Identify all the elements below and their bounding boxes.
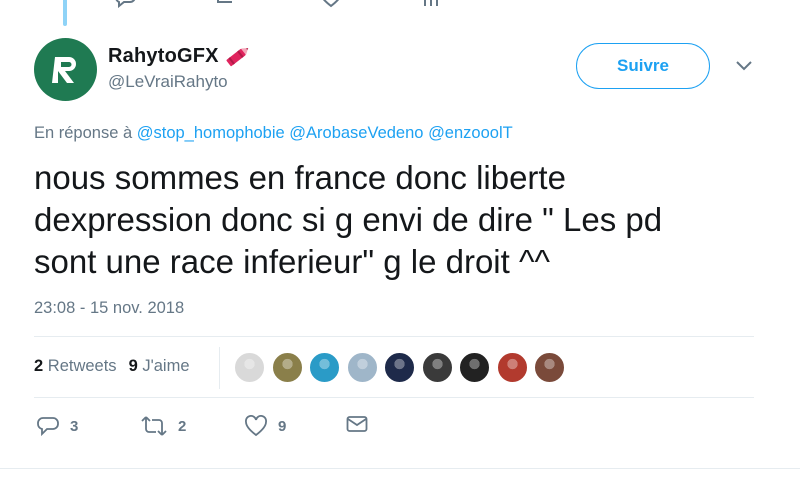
tweet-line: sont une race inferieur" g le droit ^^ [34, 243, 550, 280]
divider [34, 397, 754, 398]
retweet-count: 2 [178, 417, 187, 435]
direct-message-action[interactable] [346, 415, 368, 433]
mention-link[interactable]: @ArobaseVedeno [289, 124, 423, 142]
reply-count: 3 [70, 417, 79, 435]
retweets-label: Retweets [47, 357, 117, 375]
tweet-text: nous sommes en france donc liberte dexpr… [34, 157, 764, 283]
reply-prefix: En réponse à [34, 124, 133, 142]
liker-avatar[interactable] [346, 352, 378, 383]
envelope-icon [346, 416, 368, 432]
reply-icon [37, 417, 59, 437]
liker-avatar[interactable] [534, 352, 565, 383]
retweet-icon [141, 416, 167, 436]
previous-tweet-actions [110, 0, 450, 8]
reply-action[interactable]: 3 [36, 415, 78, 437]
chevron-down-icon[interactable] [735, 60, 753, 72]
liker-avatar[interactable] [309, 352, 340, 383]
like-count: 9 [278, 417, 287, 435]
likes-label: J'aime [142, 357, 190, 375]
likes-stat[interactable]: 9 J'aime [129, 357, 190, 376]
logo-r-icon [51, 56, 76, 83]
liker-avatar[interactable] [421, 352, 453, 383]
liker-avatar[interactable] [384, 352, 415, 383]
tweet-actions: 3 2 9 [36, 415, 396, 441]
author-handle[interactable]: @LeVraiRahyto [108, 72, 228, 92]
divider [34, 336, 754, 337]
tweet-timestamp[interactable]: 23:08 - 15 nov. 2018 [34, 299, 184, 318]
tweet-line: dexpression donc si g envi de dire " Les… [34, 201, 663, 238]
heart-icon[interactable] [318, 0, 344, 8]
author-display-name[interactable]: RahytoGFX [108, 45, 219, 68]
retweet-action[interactable]: 2 [140, 415, 186, 437]
author-name-row[interactable]: RahytoGFX [108, 43, 253, 69]
like-action[interactable]: 9 [244, 415, 286, 437]
avatar[interactable] [34, 38, 97, 101]
liker-avatar[interactable] [459, 352, 490, 383]
divider [219, 347, 220, 389]
divider [0, 468, 800, 469]
mention-link[interactable]: @stop_homophobie [137, 124, 285, 142]
liker-avatar[interactable] [271, 352, 303, 383]
reply-context: En réponse à @stop_homophobie @ArobaseVe… [34, 124, 513, 143]
engagement-stats: 2 Retweets 9 J'aime [34, 357, 190, 376]
retweet-icon[interactable] [215, 0, 243, 8]
likes-count: 9 [128, 357, 138, 375]
liker-avatar[interactable] [496, 352, 528, 383]
tweet-line: nous sommes en france donc liberte [34, 159, 566, 196]
follow-button[interactable]: Suivre [576, 43, 710, 89]
retweets-count: 2 [34, 357, 44, 375]
heart-icon [245, 415, 267, 437]
analytics-icon[interactable] [420, 0, 442, 8]
retweets-stat[interactable]: 2 Retweets [34, 357, 117, 376]
crayon-icon [226, 47, 248, 67]
mention-link[interactable]: @enzooolT [428, 124, 513, 142]
thread-connector-line [63, 0, 67, 26]
reply-icon[interactable] [112, 0, 138, 8]
liker-avatar[interactable] [234, 352, 265, 383]
